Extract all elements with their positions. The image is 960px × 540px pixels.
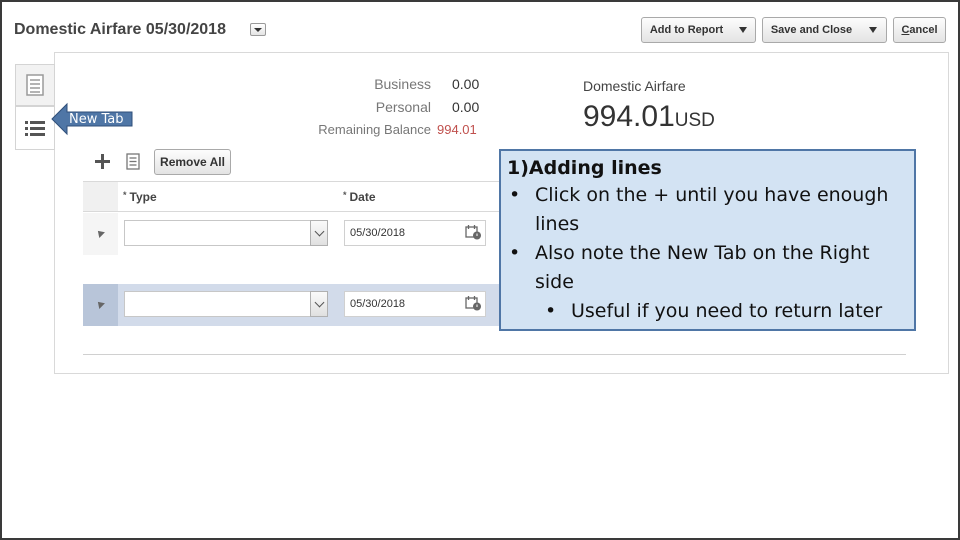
personal-label: Personal: [375, 99, 431, 115]
business-label: Business: [374, 76, 431, 92]
tab-itemization[interactable]: [15, 106, 55, 150]
cancel-mnemonic: C: [901, 24, 910, 36]
chevron-down-icon: [739, 27, 747, 33]
callout-heading: 1)Adding lines: [507, 157, 662, 179]
personal-value: 0.00: [452, 99, 480, 115]
tab-details[interactable]: [15, 64, 55, 106]
callout-bullet: Also note the New Tab on the Right side …: [509, 239, 908, 326]
divider: [83, 354, 906, 355]
row-selector-header: [83, 182, 118, 211]
type-select[interactable]: [124, 291, 328, 317]
details-icon[interactable]: [126, 153, 140, 170]
row-indicator-icon: [95, 299, 105, 309]
currency-code: USD: [674, 110, 715, 131]
chevron-down-icon: [314, 226, 324, 237]
document-icon: [26, 74, 44, 96]
title-menu-button[interactable]: [250, 23, 266, 36]
column-header-date[interactable]: * Date: [343, 190, 376, 204]
list-icon: [25, 121, 45, 136]
instruction-callout: 1)Adding lines Click on the + until you …: [499, 149, 916, 331]
remaining-balance-value: 994.01: [437, 122, 477, 137]
expense-type-label: Domestic Airfare: [583, 78, 686, 94]
callout-sub-bullet: Useful if you need to return later: [545, 297, 908, 326]
column-header-type[interactable]: * Type: [123, 190, 157, 204]
callout-bullet: Click on the + until you have enough lin…: [509, 181, 908, 239]
expense-amount: 994.01USD: [583, 100, 715, 134]
expense-dialog: Domestic Airfare 05/30/2018 Add to Repor…: [0, 0, 960, 540]
type-select[interactable]: [124, 220, 328, 246]
dropdown-button[interactable]: [310, 291, 328, 317]
chevron-down-icon: [869, 27, 877, 33]
add-to-report-button[interactable]: Add to Report: [641, 17, 732, 43]
dropdown-button[interactable]: [310, 220, 328, 246]
add-to-report-menu-button[interactable]: [731, 17, 756, 43]
add-icon[interactable]: [95, 154, 110, 169]
row-selector[interactable]: [83, 284, 118, 326]
amount-value: 994.01: [583, 100, 675, 133]
save-and-close-menu-button[interactable]: [860, 17, 887, 43]
arrow-label: New Tab: [69, 112, 124, 127]
row-indicator-icon: [95, 228, 105, 238]
cancel-button[interactable]: Cancel: [893, 17, 946, 43]
callout-list: Click on the + until you have enough lin…: [507, 181, 908, 326]
save-and-close-button[interactable]: Save and Close: [762, 17, 861, 43]
remove-all-button[interactable]: Remove All: [154, 149, 231, 175]
page-title: Domestic Airfare 05/30/2018: [14, 21, 226, 38]
remaining-balance-label: Remaining Balance: [318, 122, 431, 137]
calendar-icon[interactable]: [465, 296, 482, 311]
calendar-icon[interactable]: [465, 225, 482, 240]
cancel-label: ancel: [909, 24, 938, 36]
business-value: 0.00: [452, 76, 480, 92]
chevron-down-icon: [314, 297, 324, 308]
row-selector[interactable]: [83, 213, 118, 255]
